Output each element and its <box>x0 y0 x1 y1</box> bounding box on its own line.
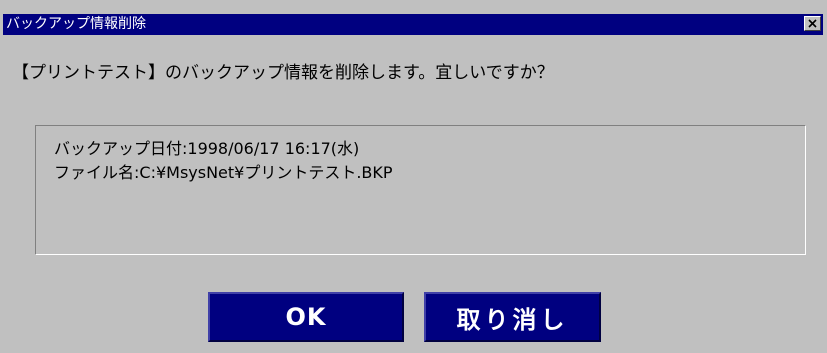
backup-date-text: バックアップ日付:1998/06/17 16:17(水) <box>54 139 360 158</box>
cancel-button[interactable]: 取り消し <box>424 292 601 342</box>
confirmation-message: 【プリントテスト】のバックアップ情報を削除します。宜しいですか？ <box>12 63 554 83</box>
close-button[interactable] <box>804 16 821 31</box>
file-name-text: ファイル名:C:¥MsysNet¥プリントテスト.BKP <box>54 163 393 182</box>
dialog-window: バックアップ情報削除 【プリントテスト】のバックアップ情報を削除します。宜しいで… <box>0 0 827 353</box>
title-bar[interactable]: バックアップ情報削除 <box>3 14 823 35</box>
close-icon <box>808 19 817 28</box>
ok-button[interactable]: OK <box>208 292 404 342</box>
window-title: バックアップ情報削除 <box>6 16 146 32</box>
backup-info-panel: バックアップ日付:1998/06/17 16:17(水) ファイル名:C:¥Ms… <box>35 125 806 255</box>
